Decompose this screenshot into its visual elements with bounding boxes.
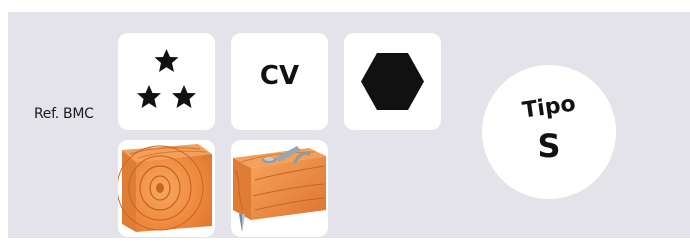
type-letter: S [537, 127, 561, 165]
wood-block-nails-icon [233, 146, 326, 232]
reference-label: Ref. BMC [34, 106, 94, 122]
wood-nailed-tile [231, 140, 328, 237]
hexagon-head-icon [361, 53, 424, 110]
stars-rating-tile [118, 33, 215, 130]
cv-label: CV [259, 61, 300, 91]
wood-application-tile [118, 140, 215, 237]
wood-block-icon [118, 144, 212, 232]
three-stars-icon [137, 49, 196, 108]
hex-head-tile [344, 33, 441, 130]
screw-type-badge: Tipo S [482, 65, 616, 199]
type-word: Tipo [520, 91, 578, 124]
cv-material-tile: CV [231, 33, 328, 130]
